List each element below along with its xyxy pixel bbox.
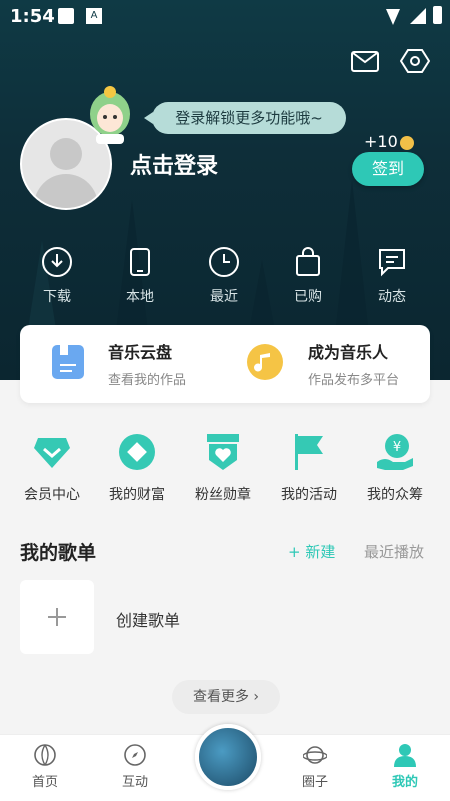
quick-action-recent[interactable]: 最近: [189, 246, 259, 306]
signal-icon: [410, 8, 426, 24]
mascot-icon: [90, 86, 130, 144]
tab-label: 我的: [391, 775, 418, 790]
tab-label: 互动: [121, 775, 148, 790]
feature-label: 会员中心: [24, 487, 80, 503]
cloud-disk-subtitle: 查看我的作品: [108, 373, 187, 388]
quick-action-label: 本地: [126, 289, 154, 305]
wifi-icon: [386, 9, 400, 25]
tab-label: 圈子: [301, 775, 328, 790]
music-note-icon: [247, 344, 283, 380]
crowdfund-icon: ¥: [377, 434, 413, 470]
planet-icon: [303, 746, 327, 764]
tab-mine[interactable]: 我的: [370, 743, 440, 790]
feature-activity[interactable]: 我的活动: [271, 432, 347, 504]
feature-label: 我的众筹: [367, 487, 423, 503]
bag-icon: [296, 247, 320, 276]
clock-icon: [209, 247, 239, 277]
quick-action-feed[interactable]: 动态: [357, 246, 427, 306]
quick-action-local[interactable]: 本地: [105, 246, 175, 306]
new-playlist-button[interactable]: + 新建: [288, 541, 335, 562]
feature-label: 粉丝勋章: [195, 487, 251, 503]
feature-vip[interactable]: 会员中心: [14, 432, 90, 504]
message-icon: [379, 249, 405, 277]
quick-action-download[interactable]: 下载: [22, 246, 92, 306]
user-icon: [394, 744, 416, 767]
quick-action-label: 已购: [294, 289, 322, 305]
recent-play-button[interactable]: 最近播放: [364, 541, 424, 562]
settings-icon[interactable]: [400, 46, 430, 76]
quick-action-label: 动态: [378, 289, 406, 305]
status-bar: 1:54 A: [0, 0, 450, 32]
tab-home[interactable]: 首页: [10, 743, 80, 790]
cloud-disk-icon: [52, 345, 84, 379]
a-icon: A: [86, 8, 102, 24]
tab-label: 首页: [31, 775, 58, 790]
compass-icon: [124, 744, 146, 766]
quick-action-label: 下载: [43, 289, 71, 305]
tab-interact[interactable]: 互动: [100, 743, 170, 790]
now-playing-disc[interactable]: [195, 724, 261, 790]
coin-icon: [399, 135, 414, 150]
view-more-button[interactable]: 查看更多 ›: [172, 680, 280, 714]
create-playlist-plus-icon[interactable]: [20, 580, 94, 654]
coin-reward-text: +10: [364, 132, 398, 151]
cloud-disk-title: 音乐云盘: [108, 343, 173, 362]
feature-wealth[interactable]: 我的财富: [99, 432, 175, 504]
login-button[interactable]: 点击登录: [130, 148, 218, 180]
medal-icon: [207, 434, 239, 470]
battery-icon: [433, 6, 442, 24]
coin-reward: +10: [364, 132, 414, 151]
feature-label: 我的财富: [109, 487, 165, 503]
entry-card: 音乐云盘 查看我的作品 成为音乐人 作品发布多平台: [20, 325, 430, 403]
musician-subtitle: 作品发布多平台: [308, 373, 400, 388]
create-playlist-label[interactable]: 创建歌单: [116, 607, 180, 631]
tab-circle[interactable]: 圈子: [280, 743, 350, 790]
download-icon: [42, 247, 72, 277]
signin-button[interactable]: 签到: [352, 152, 424, 186]
phone-icon: [130, 248, 150, 276]
quick-action-purchased[interactable]: 已购: [273, 246, 343, 306]
quick-action-label: 最近: [210, 289, 238, 305]
musician-title: 成为音乐人: [308, 343, 389, 362]
login-tip-bubble: 登录解锁更多功能哦~: [144, 102, 346, 134]
feature-label: 我的活动: [281, 487, 337, 503]
wealth-icon: [119, 434, 155, 470]
feature-fan-medal[interactable]: 粉丝勋章: [185, 432, 261, 504]
playlist-section-title: 我的歌单: [20, 542, 97, 564]
svg-text:¥: ¥: [393, 440, 401, 455]
flag-icon: [295, 434, 323, 470]
notification-icon: [58, 8, 74, 24]
mail-icon[interactable]: [350, 46, 380, 76]
feature-crowdfund[interactable]: ¥ 我的众筹: [357, 432, 433, 504]
status-time: 1:54: [10, 6, 55, 27]
home-icon: [34, 744, 56, 766]
diamond-icon: [34, 438, 70, 468]
